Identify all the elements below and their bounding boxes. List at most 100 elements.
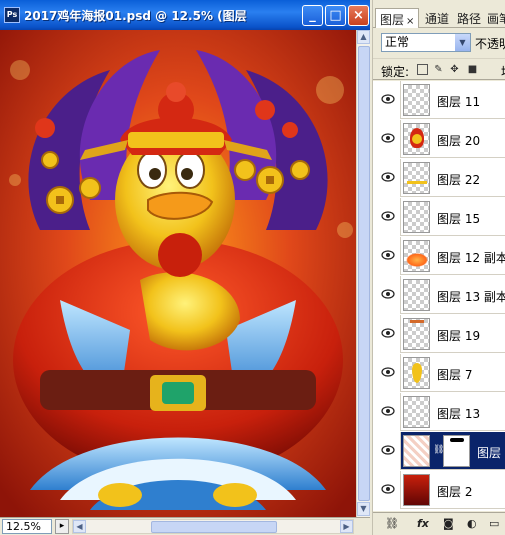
layer-visibility-toggle[interactable]	[373, 198, 401, 236]
tab-brushes[interactable]: 画笔	[483, 8, 505, 28]
lock-pixels-icon[interactable]: ✎	[433, 64, 444, 75]
scroll-left-arrow-icon[interactable]: ◀	[73, 520, 86, 533]
layer-row[interactable]: ⛓ 图层	[373, 432, 505, 470]
layer-row[interactable]: 图层 2	[373, 471, 505, 509]
fill-label: 填	[501, 63, 505, 80]
eye-icon[interactable]	[381, 289, 395, 299]
layer-thumbnail[interactable]	[403, 123, 430, 155]
layer-name[interactable]: 图层	[477, 444, 501, 461]
layer-visibility-toggle[interactable]	[373, 276, 401, 314]
info-menu-icon[interactable]: ▸	[55, 519, 69, 534]
layer-visibility-toggle[interactable]	[373, 237, 401, 275]
eye-icon[interactable]	[381, 94, 395, 104]
layer-row[interactable]: 图层 22	[373, 159, 505, 197]
document-window: Ps 2017鸡年海报01.psd @ 12.5% (图层 _ □ × ▲ ▼ …	[0, 0, 370, 535]
eye-icon[interactable]	[381, 250, 395, 260]
maximize-button[interactable]: □	[325, 5, 346, 26]
blend-mode-value: 正常	[385, 35, 410, 49]
layer-name[interactable]: 图层 7	[437, 366, 472, 383]
tab-channels[interactable]: 通道	[421, 8, 453, 28]
layer-thumbnail[interactable]	[403, 279, 430, 311]
eye-icon[interactable]	[381, 406, 395, 416]
layer-row[interactable]: 图层 11	[373, 81, 505, 119]
layer-row[interactable]: 图层 20	[373, 120, 505, 158]
eye-icon[interactable]	[381, 367, 395, 377]
layer-row[interactable]: 图层 13	[373, 393, 505, 431]
layer-visibility-toggle[interactable]	[373, 159, 401, 197]
horizontal-scroll-thumb[interactable]	[151, 521, 277, 533]
layer-thumbnail[interactable]	[403, 318, 430, 350]
layer-thumbnail[interactable]	[403, 357, 430, 389]
layer-visibility-toggle[interactable]	[373, 315, 401, 353]
blend-mode-select[interactable]: 正常 ▼	[381, 33, 471, 52]
link-layers-icon[interactable]: ⛓	[385, 517, 399, 530]
lock-label: 锁定:	[381, 65, 410, 79]
horizontal-scrollbar[interactable]: ◀ ▶	[72, 519, 354, 534]
vertical-scroll-thumb[interactable]	[358, 46, 370, 501]
layer-visibility-toggle[interactable]	[373, 354, 401, 392]
scroll-right-arrow-icon[interactable]: ▶	[340, 520, 353, 533]
minimize-button[interactable]: _	[302, 5, 323, 26]
document-canvas[interactable]	[0, 30, 356, 517]
title-bar[interactable]: Ps 2017鸡年海报01.psd @ 12.5% (图层 _ □ ×	[0, 0, 370, 30]
lock-all-icon[interactable]: ■	[467, 64, 478, 75]
eye-icon[interactable]	[381, 133, 395, 143]
layer-row[interactable]: 图层 7	[373, 354, 505, 392]
layer-thumbnail[interactable]	[403, 474, 430, 506]
layers-list[interactable]: 图层 11 图层 20 图层 22 图层 15 图层 12 副本 图层 13 副本 图层 1…	[373, 81, 505, 511]
eye-icon[interactable]	[381, 445, 395, 455]
eye-icon[interactable]	[381, 484, 395, 494]
layer-thumbnail[interactable]	[403, 162, 430, 194]
layers-panel: 图层× 通道 路径 画笔 正常 ▼ 不透明 锁定: ✎ ✥ ■ 填 图层 11图…	[372, 0, 505, 535]
layer-thumbnail[interactable]	[403, 84, 430, 116]
layer-visibility-toggle[interactable]	[373, 81, 401, 119]
add-mask-icon[interactable]: ◙	[443, 517, 454, 530]
vertical-scrollbar[interactable]: ▲ ▼	[356, 30, 370, 517]
eye-icon[interactable]	[381, 172, 395, 182]
layer-name[interactable]: 图层 2	[437, 483, 472, 500]
tab-label: 图层	[380, 13, 405, 27]
layer-style-icon[interactable]: fx	[417, 517, 429, 530]
scroll-down-arrow-icon[interactable]: ▼	[357, 502, 370, 516]
layer-name[interactable]: 图层 20	[437, 132, 480, 149]
layer-name[interactable]: 图层 13	[437, 405, 480, 422]
layer-visibility-toggle[interactable]	[373, 432, 401, 470]
poster-artwork	[0, 30, 356, 517]
layer-row[interactable]: 图层 13 副本	[373, 276, 505, 314]
layer-row[interactable]: 图层 12 副本	[373, 237, 505, 275]
tab-paths[interactable]: 路径	[453, 8, 485, 28]
eye-icon[interactable]	[381, 328, 395, 338]
layer-name[interactable]: 图层 13 副本	[437, 288, 505, 305]
layer-visibility-toggle[interactable]	[373, 471, 401, 509]
tab-close-icon[interactable]: ×	[406, 16, 414, 27]
eye-icon[interactable]	[381, 211, 395, 221]
new-group-icon[interactable]: ▭	[489, 517, 499, 530]
lock-transparency-icon[interactable]	[417, 64, 428, 75]
layer-thumbnail[interactable]	[403, 396, 430, 428]
adjustment-layer-icon[interactable]: ◐	[467, 517, 477, 530]
scroll-up-arrow-icon[interactable]: ▲	[357, 30, 370, 44]
layer-visibility-toggle[interactable]	[373, 393, 401, 431]
tab-layers[interactable]: 图层 ×	[375, 8, 420, 28]
layer-thumbnail[interactable]	[403, 435, 430, 467]
layer-name[interactable]: 图层 19	[437, 327, 480, 344]
close-button[interactable]: ×	[348, 5, 369, 26]
zoom-field[interactable]: 12.5%	[2, 519, 52, 534]
layer-thumbnail[interactable]	[403, 201, 430, 233]
layer-name[interactable]: 图层 12 副本	[437, 249, 505, 266]
layer-row[interactable]: 图层 19	[373, 315, 505, 353]
layer-mask-thumbnail[interactable]	[443, 435, 470, 467]
chevron-down-icon[interactable]: ▼	[455, 34, 470, 51]
layer-row[interactable]: 图层 15	[373, 198, 505, 236]
document-title: 2017鸡年海报01.psd @ 12.5% (图层	[24, 9, 247, 23]
panel-footer: ⛓ fx ◙ ◐ ▭	[373, 512, 505, 535]
layer-name[interactable]: 图层 15	[437, 210, 480, 227]
layer-name[interactable]: 图层 22	[437, 171, 480, 188]
layer-name[interactable]: 图层 11	[437, 93, 480, 110]
panel-tabs: 图层× 通道 路径 画笔	[373, 6, 505, 28]
lock-position-icon[interactable]: ✥	[449, 64, 460, 75]
lock-row: 锁定: ✎ ✥ ■ 填	[373, 58, 505, 80]
layer-visibility-toggle[interactable]	[373, 120, 401, 158]
layer-thumbnail[interactable]	[403, 240, 430, 272]
photoshop-app-icon[interactable]: Ps	[4, 7, 20, 23]
